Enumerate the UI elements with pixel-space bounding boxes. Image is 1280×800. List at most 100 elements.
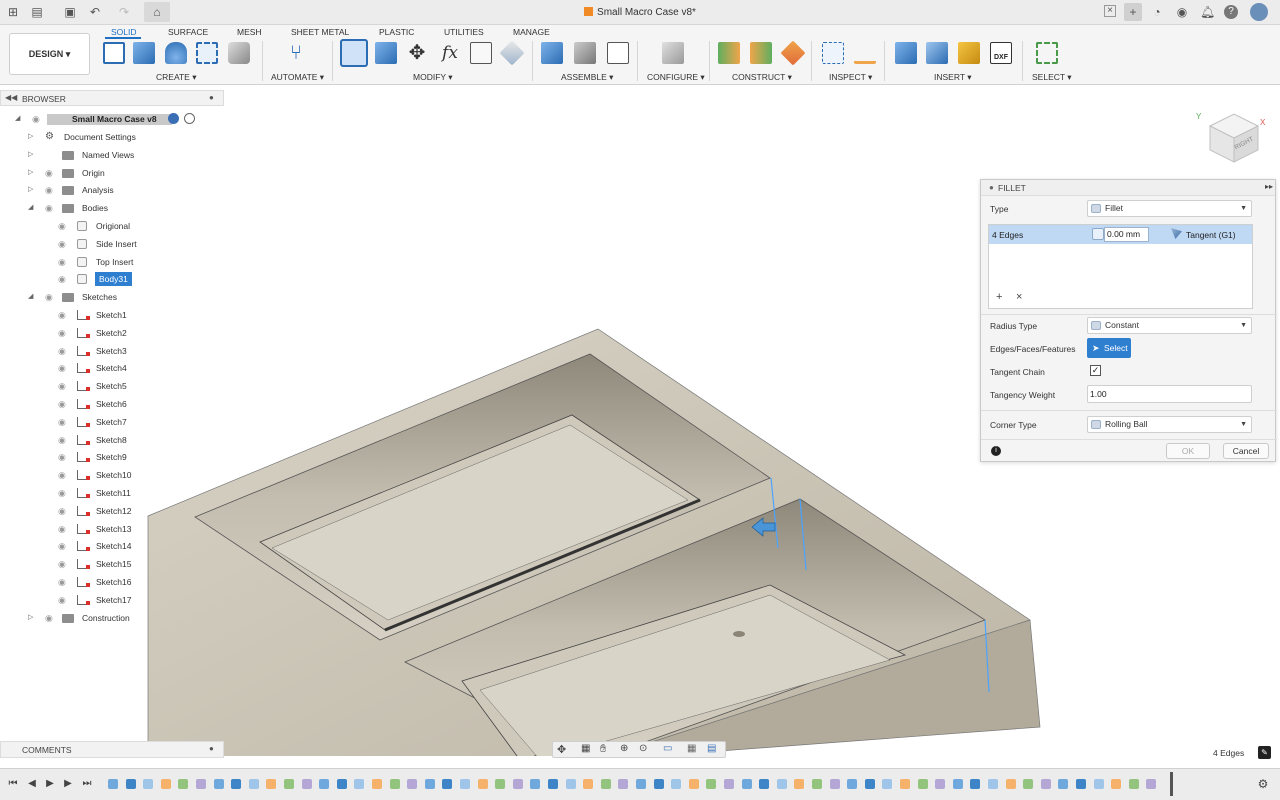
revolve-icon[interactable] [165, 42, 187, 64]
browser-item-sketch14[interactable]: ◉ Sketch14 [0, 539, 224, 553]
visibility-eye-icon[interactable]: ◉ [58, 450, 70, 464]
timeline-feature-icon[interactable] [952, 779, 963, 789]
browser-item-sketch4[interactable]: ◉ Sketch4 [0, 361, 224, 375]
timeline-feature-icon[interactable] [1005, 779, 1016, 789]
insert-dxf-icon[interactable]: DXF [990, 42, 1012, 64]
timeline-feature-icon[interactable] [1023, 779, 1034, 789]
compute-all-icon[interactable] [470, 42, 492, 64]
user-avatar[interactable] [1250, 3, 1268, 21]
visibility-eye-icon[interactable]: ◉ [58, 539, 70, 553]
browser-item-sketch8[interactable]: ◉ Sketch8 [0, 433, 224, 447]
timeline-settings-gear-icon[interactable]: ⚙ [1257, 778, 1269, 790]
selection-list[interactable]: 4 Edges 0.00 mm Tangent (G1) + × [988, 224, 1253, 309]
browser-item-body31[interactable]: ◉ Body31 [0, 272, 224, 287]
visibility-eye-icon[interactable]: ◉ [58, 468, 70, 482]
timeline-feature-icon[interactable] [724, 779, 734, 789]
visibility-eye-icon[interactable]: ◉ [58, 272, 70, 286]
interference-icon[interactable] [854, 42, 876, 64]
midplane-icon[interactable] [750, 42, 772, 64]
timeline-feature-icon[interactable] [829, 779, 840, 789]
visibility-eye-icon[interactable]: ◉ [58, 219, 70, 233]
look-at-icon[interactable]: ▦ [581, 743, 590, 754]
browser-item-sketch13[interactable]: ◉ Sketch13 [0, 522, 224, 536]
grid-settings-icon[interactable]: ▦ [687, 743, 696, 754]
timeline-feature-icon[interactable] [988, 779, 998, 789]
timeline-feature-icon[interactable] [548, 779, 558, 789]
timeline-feature-icon[interactable] [125, 779, 136, 789]
select-icon[interactable] [1036, 42, 1058, 64]
remove-selection-icon[interactable]: × [1016, 291, 1022, 303]
browser-item-sketch9[interactable]: ◉ Sketch9 [0, 450, 224, 464]
timeline-feature-icon[interactable] [530, 779, 541, 789]
close-tab-icon[interactable]: × [1104, 5, 1116, 17]
collapse-browser-icon[interactable]: ◀◀ [5, 93, 17, 102]
tab-plastic[interactable]: PLASTIC [379, 27, 414, 37]
timeline-feature-icon[interactable] [583, 779, 594, 789]
modify-menu[interactable]: MODIFY ▾ [413, 72, 453, 83]
viewports-icon[interactable]: ▤ [707, 743, 716, 754]
create-menu[interactable]: CREATE ▾ [156, 72, 196, 83]
browser-item-document-settings[interactable]: ▷ ⚙ Document Settings [0, 130, 224, 144]
timeline-feature-icon[interactable] [794, 779, 805, 789]
visibility-eye-icon[interactable]: ◉ [58, 308, 70, 322]
tab-utilities[interactable]: UTILITIES [444, 27, 484, 37]
job-status-icon[interactable]: ◉ [1175, 5, 1189, 19]
automate-menu[interactable]: AUTOMATE ▾ [271, 72, 324, 83]
browser-item-origin[interactable]: ▷ ◉ Origin [0, 166, 224, 180]
timeline-feature-icon[interactable] [512, 779, 523, 789]
timeline-feature-icon[interactable] [319, 779, 330, 789]
timeline-feature-icon[interactable] [1076, 779, 1086, 789]
fit-icon[interactable]: ⊙ [639, 743, 647, 754]
continuity-dropdown[interactable]: Tangent (G1) [1186, 230, 1236, 240]
browser-item-origional[interactable]: ◉ Origional [0, 219, 224, 233]
tab-mesh[interactable]: MESH [237, 27, 262, 37]
browser-item-bodies[interactable]: ◢ ◉ Bodies [0, 201, 224, 215]
timeline-feature-icon[interactable] [442, 779, 453, 789]
browser-item-named-views[interactable]: ▷ Named Views [0, 148, 224, 162]
browser-item-sketch3[interactable]: ◉ Sketch3 [0, 344, 224, 358]
timeline-feature-icon[interactable] [477, 779, 488, 789]
expand-triangle-icon[interactable]: ▷ [28, 166, 36, 180]
timeline-feature-icon[interactable] [460, 779, 470, 789]
timeline-feature-icon[interactable] [248, 779, 259, 789]
select-menu[interactable]: SELECT ▾ [1032, 72, 1072, 83]
viewcube[interactable]: Y X RIGHT [1196, 108, 1266, 166]
as-built-joint-icon[interactable] [607, 42, 629, 64]
visibility-eye-icon[interactable]: ◉ [58, 361, 70, 375]
assemble-menu[interactable]: ASSEMBLE ▾ [561, 72, 613, 83]
browser-item-sketch17[interactable]: ◉ Sketch17 [0, 593, 224, 607]
offset-plane-icon[interactable] [718, 42, 740, 64]
construct-menu[interactable]: CONSTRUCT ▾ [732, 72, 792, 83]
visibility-eye-icon[interactable]: ◉ [58, 255, 70, 269]
browser-header[interactable]: ◀◀ BROWSER ● [0, 90, 224, 106]
visibility-eye-icon[interactable]: ◉ [45, 201, 57, 215]
visibility-eye-icon[interactable]: ◉ [58, 415, 70, 429]
timeline-feature-icon[interactable] [671, 779, 682, 789]
fillet-dialog-header[interactable]: ● FILLET ▸▸ [981, 180, 1275, 196]
configure-menu[interactable]: CONFIGURE ▾ [647, 72, 705, 83]
timeline-feature-icon[interactable] [108, 779, 118, 789]
browser-item-sketch6[interactable]: ◉ Sketch6 [0, 397, 224, 411]
browser-item-sketch7[interactable]: ◉ Sketch7 [0, 415, 224, 429]
collapse-triangle-icon[interactable]: ◢ [28, 201, 36, 215]
fillet-icon[interactable] [340, 39, 368, 67]
go-to-start-icon[interactable]: ⏮ [7, 778, 19, 790]
timeline-feature-icon[interactable] [653, 779, 664, 789]
configure-icon[interactable] [662, 42, 684, 64]
timeline-feature-icon[interactable] [231, 779, 242, 789]
browser-item-construction[interactable]: ▷ ◉ Construction [0, 611, 224, 625]
browser-item-sketches[interactable]: ◢ ◉ Sketches [0, 290, 224, 304]
timeline-feature-icon[interactable] [636, 779, 646, 789]
radius-input[interactable]: 0.00 mm [1104, 227, 1149, 242]
timeline-feature-icon[interactable] [1111, 779, 1122, 789]
timeline-feature-icon[interactable] [160, 779, 171, 789]
expand-triangle-icon[interactable]: ▷ [28, 183, 36, 197]
timeline-feature-icon[interactable] [759, 779, 770, 789]
extrude-icon[interactable] [133, 42, 155, 64]
timeline-feature-icon[interactable] [935, 779, 946, 789]
radius-type-dropdown[interactable]: Constant ▼ [1087, 317, 1252, 334]
timeline-feature-icon[interactable] [389, 779, 400, 789]
inspect-menu[interactable]: INSPECT ▾ [829, 72, 872, 83]
expand-triangle-icon[interactable]: ▷ [28, 148, 36, 162]
timeline-feature-icon[interactable] [776, 779, 787, 789]
